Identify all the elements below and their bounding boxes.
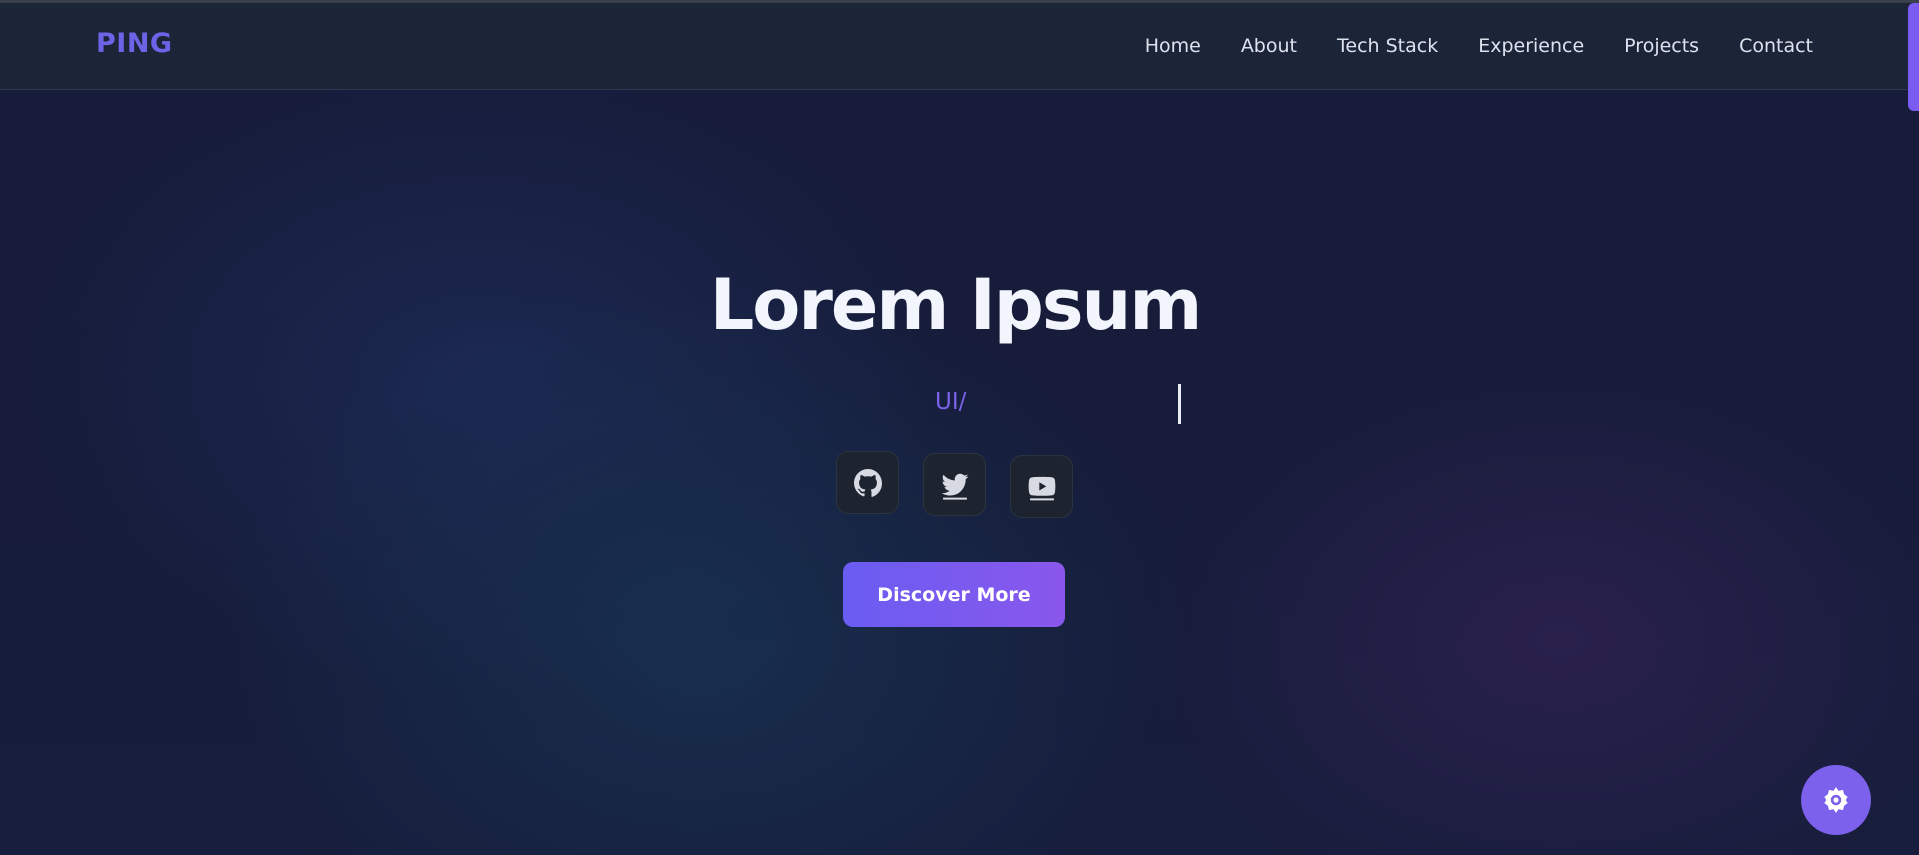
theme-settings-button[interactable] <box>1801 765 1871 835</box>
github-icon <box>853 468 882 497</box>
page-scrollbar[interactable] <box>1908 0 1919 855</box>
navbar: PING Home About Tech Stack Experience Pr… <box>0 3 1910 90</box>
nav-link-experience[interactable]: Experience <box>1478 35 1584 57</box>
twitter-icon <box>941 473 968 500</box>
hero-background <box>0 0 1919 855</box>
typed-subtitle: UI/ <box>935 389 967 415</box>
nav-link-tech-stack[interactable]: Tech Stack <box>1337 35 1438 57</box>
nav-link-about[interactable]: About <box>1241 35 1297 57</box>
typing-caret <box>1178 384 1181 424</box>
nav-links: Home About Tech Stack Experience Project… <box>1145 35 1813 57</box>
twitter-link[interactable] <box>923 453 986 516</box>
nav-link-contact[interactable]: Contact <box>1739 35 1813 57</box>
youtube-link[interactable] <box>1010 455 1073 518</box>
github-link[interactable] <box>836 451 899 514</box>
scrollbar-thumb[interactable] <box>1908 3 1919 111</box>
youtube-icon <box>1028 476 1055 500</box>
gear-icon <box>1824 787 1848 813</box>
nav-link-projects[interactable]: Projects <box>1624 35 1699 57</box>
hero-title: Lorem Ipsum <box>709 264 1203 346</box>
site-logo[interactable]: PING <box>96 28 173 59</box>
discover-more-button[interactable]: Discover More <box>843 562 1065 627</box>
nav-link-home[interactable]: Home <box>1145 35 1201 57</box>
